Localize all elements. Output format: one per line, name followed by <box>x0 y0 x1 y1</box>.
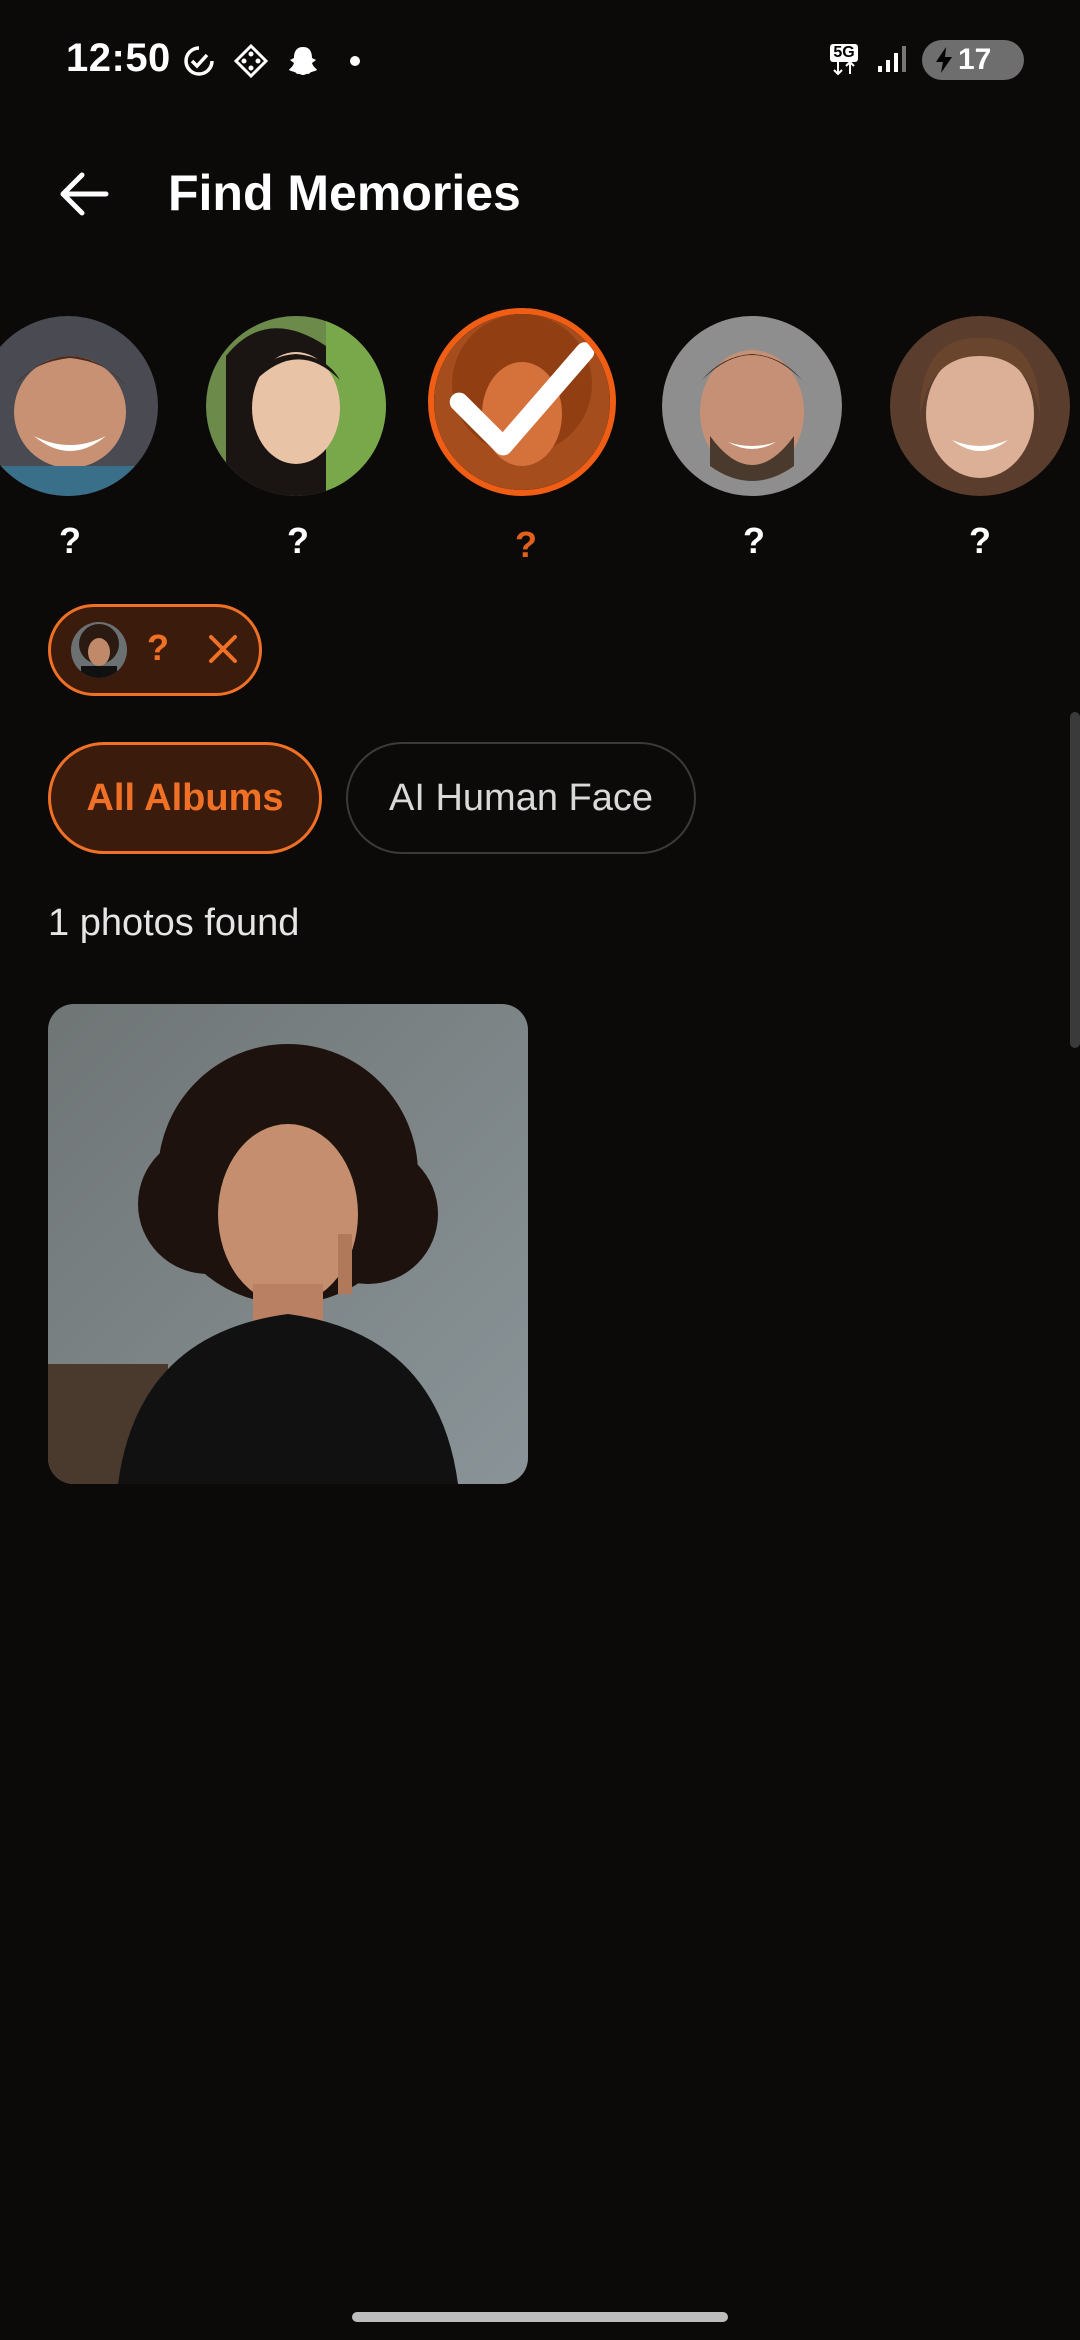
face-avatar-1[interactable] <box>0 316 158 496</box>
page-title: Find Memories <box>168 165 521 221</box>
close-icon <box>209 635 237 663</box>
faces-carousel[interactable]: ? ? ? ? ? <box>0 300 1080 580</box>
notification-icons <box>182 44 360 78</box>
check-icon <box>449 342 595 456</box>
sync-check-icon <box>182 44 216 78</box>
face-avatar-5[interactable] <box>890 316 1070 496</box>
filter-all-albums[interactable]: All Albums <box>48 742 322 854</box>
face-label-4: ? <box>743 520 765 561</box>
chip-avatar <box>71 622 127 678</box>
find-memories-screen: 12:50 5G 17 Find Memories ? ? ? ? ? ? Al… <box>0 0 1080 2340</box>
face-avatar-3-selected[interactable] <box>428 308 616 496</box>
system-status-icons: 5G 17 <box>826 40 1024 80</box>
home-indicator[interactable] <box>352 2312 728 2322</box>
filter-ai-human-face[interactable]: AI Human Face <box>346 742 696 854</box>
status-time: 12:50 <box>66 36 171 80</box>
face-label-5: ? <box>969 520 991 561</box>
face-label-1: ? <box>59 520 81 561</box>
face-label-3: ? <box>515 524 537 565</box>
selected-overlay <box>434 314 610 490</box>
5g-icon: 5G <box>826 42 862 78</box>
snapchat-ghost-icon <box>286 44 320 78</box>
game-controller-icon <box>234 44 268 78</box>
arrow-left-icon <box>60 172 109 216</box>
signal-icon <box>876 42 908 79</box>
face-avatar-2[interactable] <box>206 316 386 496</box>
selected-person-chip[interactable]: ? <box>48 604 262 696</box>
notification-dot-icon <box>350 56 360 66</box>
battery-charging-icon: 17 <box>922 40 1024 80</box>
chip-label: ? <box>147 627 169 668</box>
photo-thumbnail[interactable] <box>48 1004 528 1484</box>
results-count: 1 photos found <box>48 902 300 944</box>
battery-level: 17 <box>958 43 992 76</box>
back-button[interactable] <box>54 164 114 224</box>
scrollbar[interactable] <box>1070 712 1080 1048</box>
status-bar: 12:50 5G 17 <box>0 0 1080 120</box>
face-avatar-4[interactable] <box>662 316 842 496</box>
chip-remove-button[interactable] <box>201 627 245 671</box>
face-label-2: ? <box>287 520 309 561</box>
